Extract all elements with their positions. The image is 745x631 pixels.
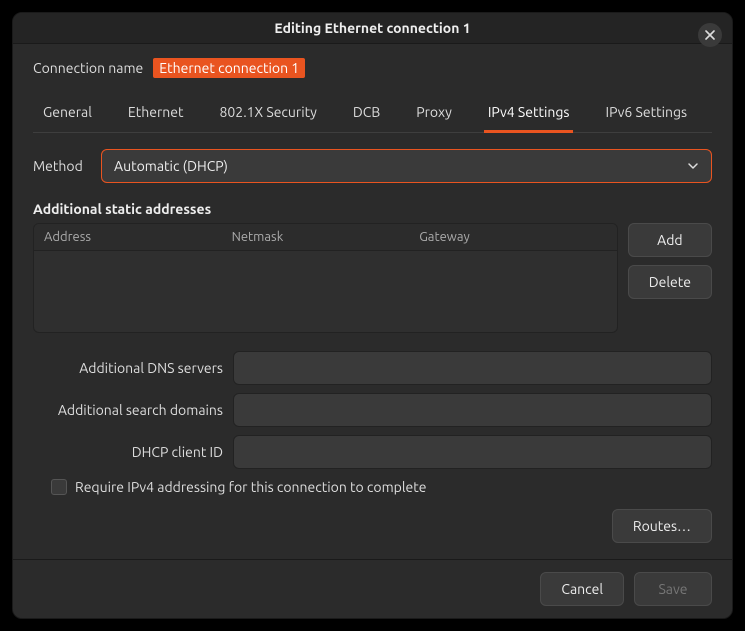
col-netmask[interactable]: Netmask xyxy=(232,230,420,244)
ipv4-section: Method Automatic (DHCP) Additional stati… xyxy=(33,133,712,543)
connection-name-label: Connection name xyxy=(33,60,143,76)
tab-proxy[interactable]: Proxy xyxy=(412,94,456,133)
routes-button[interactable]: Routes… xyxy=(612,509,712,543)
method-selected-value: Automatic (DHCP) xyxy=(114,158,228,174)
dialog-footer: Cancel Save xyxy=(13,559,732,618)
addresses-header: Additional static addresses xyxy=(33,201,712,217)
require-ipv4-label: Require IPv4 addressing for this connect… xyxy=(75,479,426,495)
search-domains-input[interactable] xyxy=(233,393,712,427)
content-area: Connection name Ethernet connection 1 Ge… xyxy=(13,44,732,559)
addresses-table-header: Address Netmask Gateway xyxy=(34,224,617,251)
dhcp-client-row: DHCP client ID xyxy=(33,435,712,469)
method-row: Method Automatic (DHCP) xyxy=(33,149,712,183)
dialog-window: Editing Ethernet connection 1 Connection… xyxy=(12,12,733,619)
tab-ethernet[interactable]: Ethernet xyxy=(124,94,188,133)
col-gateway[interactable]: Gateway xyxy=(419,230,607,244)
addresses-buttons: Add Delete xyxy=(628,223,712,333)
titlebar: Editing Ethernet connection 1 xyxy=(13,13,732,44)
dhcp-client-label: DHCP client ID xyxy=(33,444,223,460)
save-button[interactable]: Save xyxy=(634,572,712,606)
close-icon xyxy=(705,30,715,40)
dns-input[interactable] xyxy=(233,351,712,385)
tab-dcb[interactable]: DCB xyxy=(349,94,384,133)
col-address[interactable]: Address xyxy=(44,230,232,244)
cancel-button[interactable]: Cancel xyxy=(540,572,624,606)
tab-general[interactable]: General xyxy=(39,94,96,133)
delete-button[interactable]: Delete xyxy=(628,265,712,299)
method-label: Method xyxy=(33,158,89,174)
close-button[interactable] xyxy=(698,23,722,47)
connection-name-value[interactable]: Ethernet connection 1 xyxy=(153,58,305,78)
tab-ipv4[interactable]: IPv4 Settings xyxy=(484,94,574,133)
routes-row: Routes… xyxy=(33,509,712,543)
dns-row: Additional DNS servers xyxy=(33,351,712,385)
dns-label: Additional DNS servers xyxy=(33,360,223,376)
method-select[interactable]: Automatic (DHCP) xyxy=(101,149,712,183)
tab-ipv6[interactable]: IPv6 Settings xyxy=(601,94,691,133)
chevron-down-icon xyxy=(687,160,699,172)
search-domains-label: Additional search domains xyxy=(33,402,223,418)
tab-security[interactable]: 802.1X Security xyxy=(216,94,321,133)
require-ipv4-row: Require IPv4 addressing for this connect… xyxy=(33,479,712,495)
addresses-area: Address Netmask Gateway Add Delete xyxy=(33,223,712,333)
extra-fields: Additional DNS servers Additional search… xyxy=(33,351,712,469)
require-ipv4-checkbox[interactable] xyxy=(51,479,67,495)
connection-name-row: Connection name Ethernet connection 1 xyxy=(33,58,712,78)
add-button[interactable]: Add xyxy=(628,223,712,257)
addresses-table[interactable]: Address Netmask Gateway xyxy=(33,223,618,333)
dhcp-client-input[interactable] xyxy=(233,435,712,469)
window-title: Editing Ethernet connection 1 xyxy=(274,20,470,36)
search-domains-row: Additional search domains xyxy=(33,393,712,427)
tab-bar: General Ethernet 802.1X Security DCB Pro… xyxy=(33,94,712,133)
